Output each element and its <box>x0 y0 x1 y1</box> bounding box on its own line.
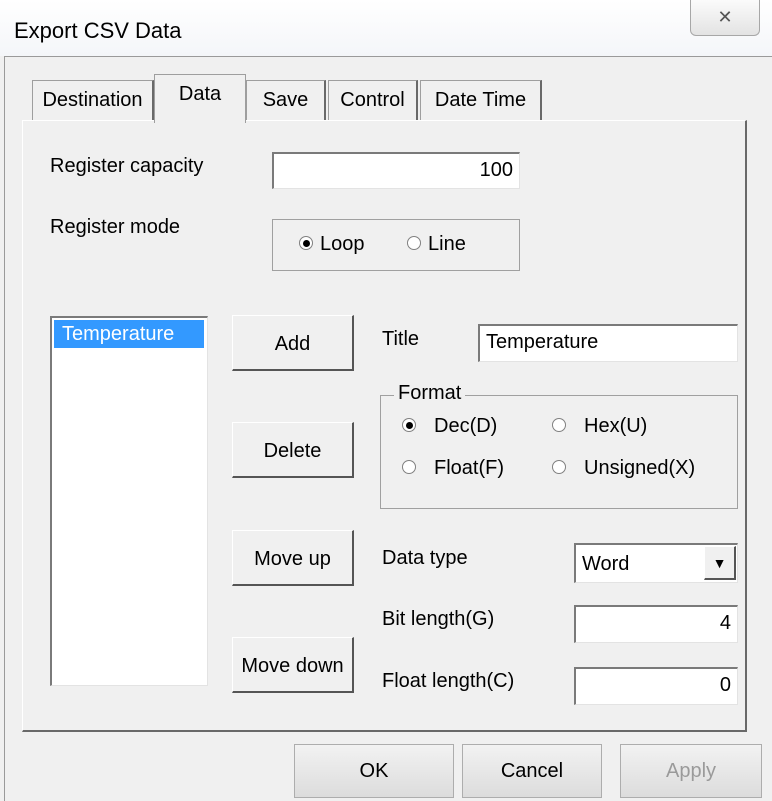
line-radio[interactable] <box>407 236 421 250</box>
float-radio-label[interactable]: Float(F) <box>434 457 504 480</box>
data-type-label: Data type <box>382 547 468 569</box>
apply-button[interactable]: Apply <box>620 744 762 798</box>
loop-radio-label[interactable]: Loop <box>320 233 365 256</box>
list-item[interactable]: Temperature <box>54 320 204 348</box>
line-radio-label[interactable]: Line <box>428 233 466 256</box>
close-icon: ✕ <box>717 7 733 27</box>
format-group-label: Format <box>394 382 466 405</box>
close-button[interactable]: ✕ <box>690 0 760 36</box>
chevron-down-icon[interactable]: ▼ <box>704 546 736 580</box>
dec-radio-label[interactable]: Dec(D) <box>434 415 497 438</box>
float-radio[interactable] <box>402 460 416 474</box>
float-length-label: Float length(C) <box>382 670 515 692</box>
float-length-input[interactable]: 0 <box>574 667 738 705</box>
ok-button[interactable]: OK <box>294 744 454 798</box>
bit-length-input[interactable]: 4 <box>574 605 738 643</box>
move-up-button[interactable]: Move up <box>232 530 354 586</box>
cancel-button[interactable]: Cancel <box>462 744 602 798</box>
unsigned-radio[interactable] <box>552 460 566 474</box>
hex-radio-label[interactable]: Hex(U) <box>584 415 647 438</box>
register-capacity-input[interactable]: 100 <box>272 152 520 189</box>
tab-save[interactable]: Save <box>246 80 326 120</box>
data-listbox[interactable]: Temperature <box>50 316 208 686</box>
dec-radio[interactable] <box>402 418 416 432</box>
delete-button[interactable]: Delete <box>232 422 354 478</box>
title-input[interactable]: Temperature <box>478 324 738 362</box>
hex-radio[interactable] <box>552 418 566 432</box>
move-down-button[interactable]: Move down <box>232 637 354 693</box>
tab-data[interactable]: Data <box>154 74 246 123</box>
add-button[interactable]: Add <box>232 315 354 371</box>
format-group <box>380 395 738 509</box>
loop-radio[interactable] <box>299 236 313 250</box>
title-label: Title <box>382 328 420 350</box>
register-mode-label: Register mode <box>50 216 181 238</box>
tab-control[interactable]: Control <box>328 80 418 120</box>
unsigned-radio-label[interactable]: Unsigned(X) <box>584 457 695 480</box>
bit-length-label: Bit length(G) <box>382 608 495 630</box>
tab-destination[interactable]: Destination <box>32 80 154 120</box>
window-title: Export CSV Data <box>14 18 182 43</box>
register-capacity-label: Register capacity <box>50 155 204 177</box>
data-type-select[interactable]: Word ▼ <box>574 543 738 583</box>
tab-date-time[interactable]: Date Time <box>420 80 542 120</box>
data-type-value: Word <box>582 553 630 575</box>
